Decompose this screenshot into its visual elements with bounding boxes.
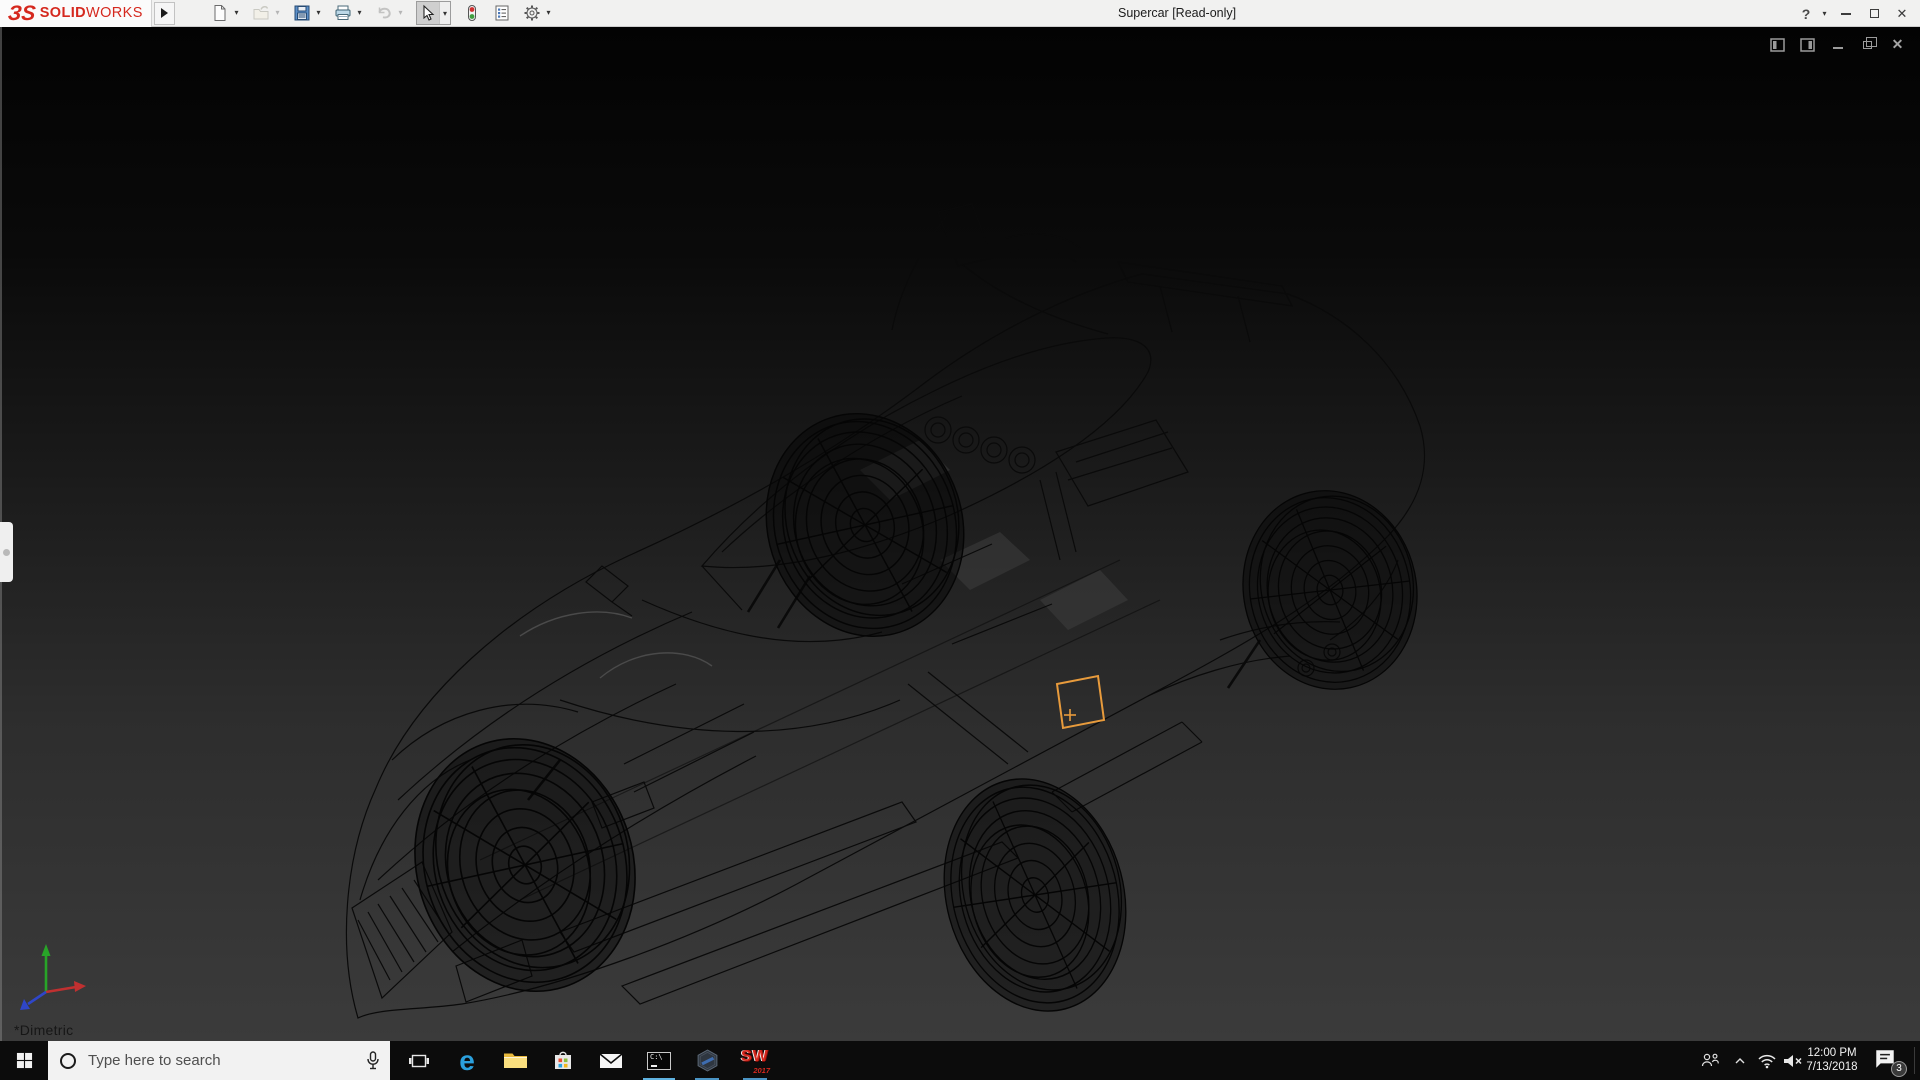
app-close-button[interactable]: ✕ bbox=[1890, 0, 1914, 27]
file-explorer-button[interactable] bbox=[492, 1041, 538, 1080]
wireframe-car-model bbox=[0, 27, 1920, 1041]
hexagon-app-icon bbox=[695, 1048, 720, 1073]
rebuild-button[interactable] bbox=[461, 2, 483, 24]
minimize-icon bbox=[1833, 47, 1843, 49]
pane-left-button[interactable] bbox=[1769, 37, 1786, 52]
hexagon-app-button[interactable] bbox=[684, 1041, 730, 1080]
taskbar-search-input[interactable] bbox=[78, 1052, 366, 1069]
close-icon: ✕ bbox=[1897, 6, 1908, 22]
print-button[interactable] bbox=[332, 2, 354, 24]
file-explorer-icon bbox=[503, 1051, 528, 1070]
document-window-controls: ✕ bbox=[1769, 37, 1906, 52]
orientation-triad bbox=[20, 944, 86, 1010]
task-view-icon bbox=[408, 1052, 430, 1070]
solidworks-logo-mark: ЗS bbox=[7, 3, 37, 24]
print-icon bbox=[334, 4, 352, 22]
save-button[interactable] bbox=[291, 2, 313, 24]
microphone-icon[interactable] bbox=[366, 1051, 380, 1070]
solidworks-logo-text: SOLIDWORKS bbox=[40, 4, 143, 22]
quick-access-toolbar: ▾ ▾ ▾ ▾ ▾ ▾ bbox=[209, 1, 554, 25]
graphics-viewport[interactable]: ✕ *Dimetric bbox=[0, 27, 1920, 1041]
titlebar-window-controls: ? ▾ ✕ bbox=[1797, 0, 1914, 27]
close-icon: ✕ bbox=[1892, 36, 1904, 53]
rebuild-trafficlight-icon bbox=[463, 4, 481, 22]
taskbar-search-box[interactable] bbox=[48, 1041, 390, 1080]
store-icon bbox=[552, 1050, 574, 1071]
new-document-icon bbox=[211, 4, 229, 22]
solidworks-logo: ЗS SOLIDWORKS bbox=[0, 0, 152, 27]
clock-time: 12:00 PM bbox=[1807, 1047, 1856, 1061]
open-folder-icon bbox=[252, 4, 270, 22]
solidworks-2017-icon: SW 2017 bbox=[740, 1048, 770, 1074]
clock-date: 7/13/2018 bbox=[1806, 1061, 1857, 1075]
people-icon bbox=[1700, 1052, 1721, 1069]
restore-icon bbox=[1870, 9, 1879, 18]
cortana-icon bbox=[58, 1051, 78, 1071]
panel-handle-icon bbox=[3, 549, 10, 556]
people-button[interactable] bbox=[1696, 1041, 1724, 1080]
undo-icon bbox=[375, 4, 393, 22]
edge-button[interactable]: e bbox=[444, 1041, 490, 1080]
mail-envelope-icon bbox=[599, 1052, 623, 1070]
solidworks-2017-button[interactable]: SW 2017 bbox=[732, 1041, 778, 1080]
undo-dropdown[interactable]: ▾ bbox=[395, 2, 406, 24]
feature-panel-collapsed-tab[interactable] bbox=[0, 522, 13, 582]
show-desktop-divider[interactable] bbox=[1914, 1047, 1915, 1074]
right-arrow-icon bbox=[161, 8, 168, 18]
pane-right-icon bbox=[1800, 38, 1815, 52]
edge-icon: e bbox=[459, 1047, 475, 1075]
print-dropdown[interactable]: ▾ bbox=[354, 2, 365, 24]
start-button[interactable] bbox=[0, 1041, 48, 1080]
task-view-button[interactable] bbox=[396, 1041, 442, 1080]
windows-taskbar: e C:\ bbox=[0, 1041, 1920, 1080]
select-tool-dropdown[interactable]: ▾ bbox=[439, 2, 450, 24]
doc-close-button[interactable]: ✕ bbox=[1889, 37, 1906, 52]
notification-badge: 3 bbox=[1891, 1061, 1907, 1077]
save-dropdown[interactable]: ▾ bbox=[313, 2, 324, 24]
save-floppy-icon bbox=[293, 4, 311, 22]
action-center-button[interactable]: 3 bbox=[1868, 1041, 1908, 1080]
wifi-icon bbox=[1757, 1053, 1777, 1069]
selected-component-highlight[interactable] bbox=[1057, 676, 1104, 728]
app-restore-button[interactable] bbox=[1862, 0, 1886, 27]
options-button[interactable] bbox=[521, 2, 543, 24]
open-dropdown[interactable]: ▾ bbox=[272, 2, 283, 24]
open-button[interactable] bbox=[250, 2, 272, 24]
taskbar-clock[interactable]: 12:00 PM 7/13/2018 bbox=[1800, 1041, 1864, 1080]
select-tool-button[interactable] bbox=[417, 2, 439, 24]
document-title: Supercar [Read-only] bbox=[1118, 0, 1236, 27]
doc-restore-button[interactable] bbox=[1859, 37, 1876, 52]
new-document-button[interactable] bbox=[209, 2, 231, 24]
select-cursor-icon bbox=[419, 4, 437, 22]
undo-button[interactable] bbox=[373, 2, 395, 24]
pane-right-button[interactable] bbox=[1799, 37, 1816, 52]
options-dropdown[interactable]: ▾ bbox=[543, 2, 554, 24]
chevron-up-icon bbox=[1734, 1057, 1746, 1065]
tray-expand-button[interactable] bbox=[1728, 1041, 1752, 1080]
help-dropdown[interactable]: ▾ bbox=[1819, 3, 1830, 25]
file-properties-button[interactable] bbox=[491, 2, 513, 24]
select-tool-group: ▾ bbox=[416, 1, 451, 25]
windows-logo-icon bbox=[16, 1052, 33, 1069]
view-orientation-label: *Dimetric bbox=[14, 1022, 73, 1038]
new-document-dropdown[interactable]: ▾ bbox=[231, 2, 242, 24]
file-properties-icon bbox=[493, 4, 511, 22]
mail-button[interactable] bbox=[588, 1041, 634, 1080]
minimize-icon bbox=[1841, 13, 1851, 15]
network-button[interactable] bbox=[1753, 1041, 1781, 1080]
pane-left-icon bbox=[1770, 38, 1785, 52]
menu-flyout-arrow-button[interactable] bbox=[154, 2, 175, 25]
command-prompt-icon: C:\ bbox=[647, 1052, 671, 1070]
help-button[interactable]: ? bbox=[1797, 6, 1815, 22]
store-button[interactable] bbox=[540, 1041, 586, 1080]
app-titlebar: ЗS SOLIDWORKS ▾ ▾ ▾ ▾ ▾ bbox=[0, 0, 1920, 27]
app-minimize-button[interactable] bbox=[1834, 0, 1858, 27]
doc-minimize-button[interactable] bbox=[1829, 37, 1846, 52]
gear-icon bbox=[523, 4, 541, 22]
command-prompt-button[interactable]: C:\ bbox=[636, 1041, 682, 1080]
restore-icon bbox=[1863, 41, 1872, 49]
